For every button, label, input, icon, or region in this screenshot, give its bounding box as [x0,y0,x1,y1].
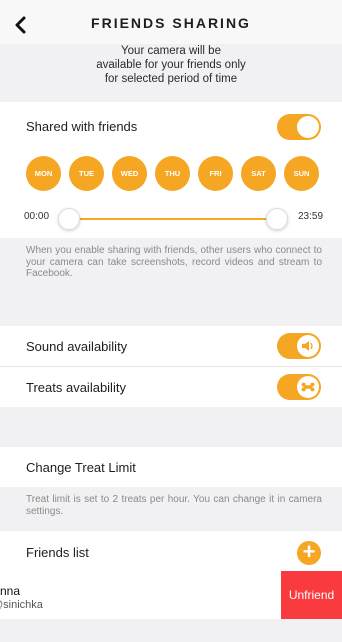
shared-with-friends-label: Shared with friends [26,119,138,134]
day-fri-button[interactable]: FRI [198,156,233,191]
intro-line-1: Your camera will be [121,45,221,57]
plus-icon: + [302,539,316,564]
toggle-knob [297,335,319,357]
toggle-knob [297,116,319,138]
day-sun-button[interactable]: SUN [284,156,319,191]
day-mon-button[interactable]: MON [26,156,61,191]
treat-limit-note: Treat limit is set to 2 treats per hour.… [26,494,322,517]
friends-list-row: Friends list [0,531,342,571]
sound-availability-row: Sound availability [0,326,342,366]
sound-availability-toggle[interactable] [277,333,321,359]
start-time-label: 00:00 [24,211,50,222]
change-treat-limit-label: Change Treat Limit [26,460,136,475]
start-time-handle[interactable] [58,208,80,230]
shared-with-friends-row: Shared with friends [0,102,342,152]
shared-with-friends-toggle[interactable] [277,114,321,140]
nav-bar: FRIENDS SHARING [0,0,342,44]
friend-username: @sinichka [0,599,43,611]
day-wed-button[interactable]: WED [112,156,147,191]
day-sat-button[interactable]: SAT [241,156,276,191]
end-time-handle[interactable] [266,208,288,230]
friends-sharing-screen: FRIENDS SHARING Your camera will be avai… [0,0,342,642]
change-treat-limit-row[interactable]: Change Treat Limit [0,447,342,487]
toggle-knob [297,376,319,398]
unfriend-button[interactable]: Unfriend [281,571,342,619]
day-selector: MON TUE WED THU FRI SAT SUN [0,152,342,196]
treats-availability-row: Treats availability [0,367,342,407]
intro-line-3: for selected period of time [104,73,238,85]
friend-name: Anna [0,584,21,598]
bone-icon [301,382,315,392]
day-thu-button[interactable]: THU [155,156,190,191]
sound-availability-label: Sound availability [26,339,128,354]
intro-text: Your camera will be available for your f… [0,44,342,102]
intro-line-2: available for your friends only [96,59,246,71]
treats-availability-label: Treats availability [26,380,126,395]
day-tue-button[interactable]: TUE [69,156,104,191]
page-title: FRIENDS SHARING [91,15,251,31]
sharing-note: When you enable sharing with friends, ot… [26,245,322,279]
end-time-label: 23:59 [298,211,324,222]
friend-list-item[interactable]: Anna @sinichka Unfriend [0,571,342,619]
speaker-icon [302,341,313,351]
time-range-slider: 00:00 23:59 [0,196,342,238]
friends-list-label: Friends list [26,545,89,560]
treats-availability-toggle[interactable] [277,374,321,400]
add-friend-button[interactable]: + [297,541,321,565]
slider-track[interactable] [62,218,280,220]
